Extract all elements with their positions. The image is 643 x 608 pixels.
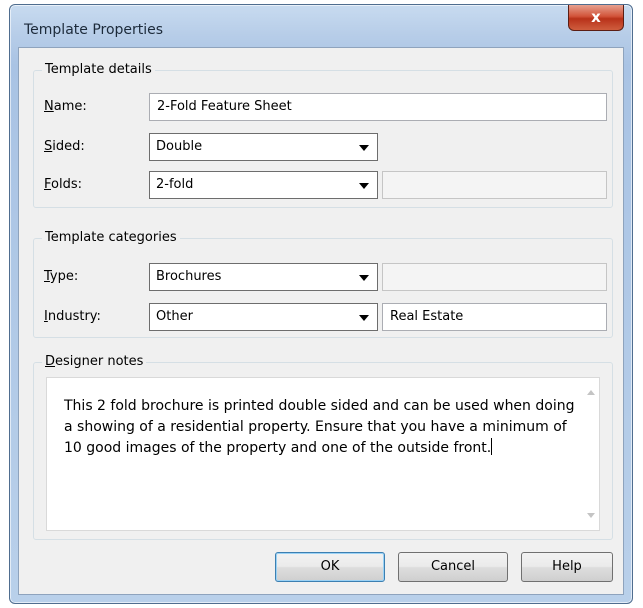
text-caret <box>491 438 493 455</box>
industry-label: Industry: <box>44 309 101 324</box>
scroll-down-arrow-icon[interactable] <box>587 513 595 518</box>
type-extra-field <box>382 263 607 291</box>
folds-extra-field <box>382 171 607 199</box>
industry-select-value: Other <box>156 309 193 324</box>
template-details-group: Template details Name: 2-Fold Feature Sh… <box>33 62 613 208</box>
industry-extra-field[interactable]: Real Estate <box>382 303 607 331</box>
chevron-down-icon <box>359 275 369 281</box>
type-select-value: Brochures <box>156 269 222 284</box>
notes-scrollbar[interactable] <box>582 378 599 530</box>
cancel-button[interactable]: Cancel <box>398 552 508 582</box>
scroll-up-arrow-icon[interactable] <box>587 390 595 395</box>
name-field[interactable]: 2-Fold Feature Sheet <box>149 93 607 121</box>
close-button[interactable]: x <box>568 5 624 31</box>
template-categories-legend: Template categories <box>42 230 180 245</box>
dialog-title: Template Properties <box>24 22 164 38</box>
designer-notes-group: Designer notes This 2 fold brochure is p… <box>33 354 613 540</box>
sided-select-value: Double <box>156 139 203 154</box>
ok-button[interactable]: OK <box>275 552 385 582</box>
name-label: Name: <box>44 99 87 114</box>
designer-notes-textarea[interactable]: This 2 fold brochure is printed double s… <box>46 377 600 531</box>
designer-notes-text: This 2 fold brochure is printed double s… <box>64 398 575 456</box>
help-button[interactable]: Help <box>521 552 613 582</box>
dialog-client-area: Template details Name: 2-Fold Feature Sh… <box>18 47 624 595</box>
template-details-legend: Template details <box>42 62 155 77</box>
chevron-down-icon <box>359 145 369 151</box>
designer-notes-legend: Designer notes <box>42 354 147 369</box>
sided-label: Sided: <box>44 139 85 154</box>
industry-select[interactable]: Other <box>149 303 378 331</box>
chevron-down-icon <box>359 315 369 321</box>
type-label: Type: <box>44 269 79 284</box>
folds-label: Folds: <box>44 177 82 192</box>
title-bar[interactable]: Template Properties x <box>10 5 632 45</box>
template-categories-group: Template categories Type: Brochures Indu… <box>33 230 613 338</box>
chevron-down-icon <box>359 183 369 189</box>
type-select[interactable]: Brochures <box>149 263 378 291</box>
template-properties-dialog: Template Properties x Template details N… <box>9 4 633 604</box>
close-icon: x <box>591 8 601 26</box>
sided-select[interactable]: Double <box>149 133 378 161</box>
folds-select[interactable]: 2-fold <box>149 171 378 199</box>
folds-select-value: 2-fold <box>156 177 194 192</box>
